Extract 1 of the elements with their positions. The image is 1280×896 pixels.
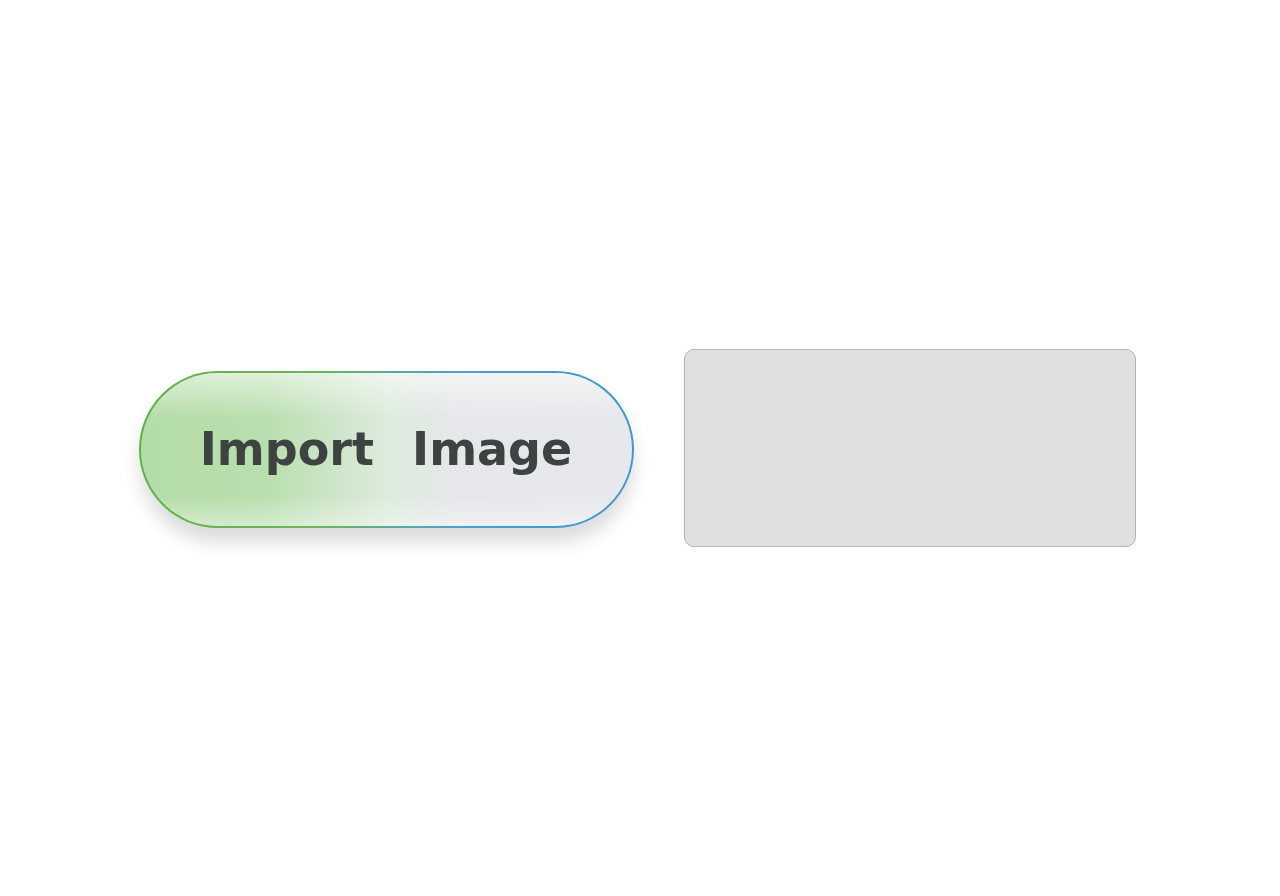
import-image-button[interactable]: Import Image xyxy=(138,370,634,528)
